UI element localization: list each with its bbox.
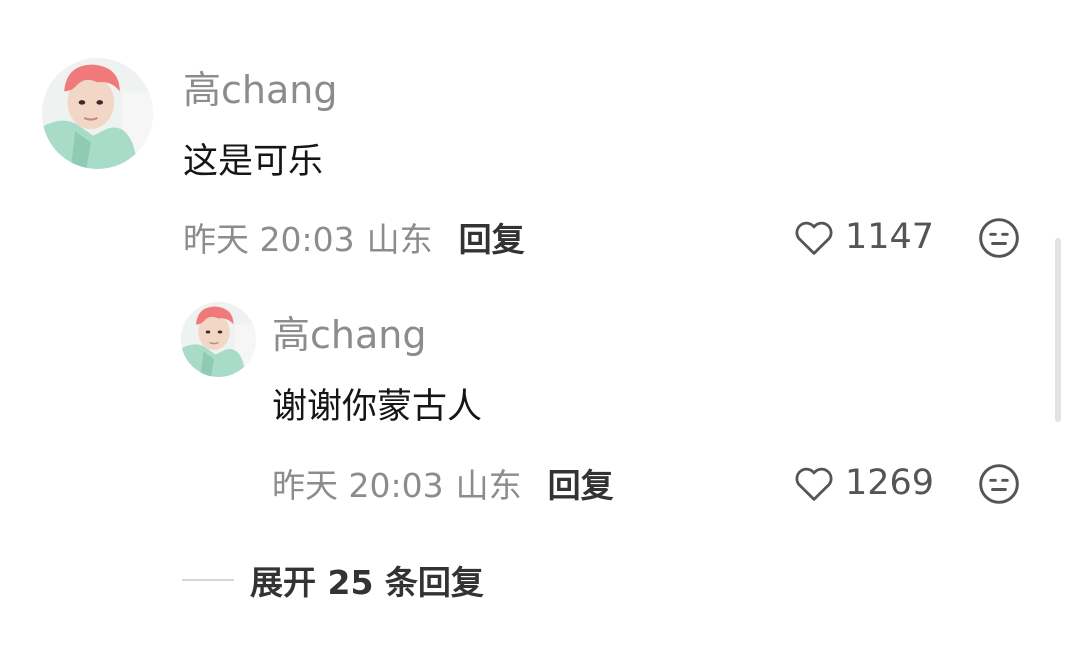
like-count: 1147 (845, 217, 935, 257)
heart-outline-icon (795, 221, 833, 255)
reply-location: 山东 (455, 466, 522, 505)
comment-username[interactable]: 高chang (183, 68, 337, 112)
reply-button[interactable]: 回复 (459, 213, 525, 261)
reply-time: 昨天 20:03 (272, 466, 444, 505)
comment-location: 山东 (366, 220, 433, 259)
comment-thread: 高chang 这是可乐 昨天 20:03 山东 回复 1147 高chang 谢… (0, 0, 1079, 655)
reply-meta: 昨天 20:03 山东 回复 (272, 461, 614, 505)
avatar[interactable] (42, 58, 153, 169)
meh-face-icon (979, 464, 1019, 504)
reply-like-button[interactable]: 1269 (793, 461, 934, 505)
reply-like-count: 1269 (845, 463, 935, 503)
reply-button[interactable]: 回复 (548, 459, 614, 507)
expand-replies-label: 展开 25 条回复 (250, 563, 484, 602)
avatar-image (42, 58, 153, 169)
meh-face-icon (979, 218, 1019, 258)
reply-username[interactable]: 高chang (272, 313, 426, 357)
dislike-button[interactable] (977, 216, 1021, 260)
like-button[interactable]: 1147 (793, 215, 934, 259)
comment-meta: 昨天 20:03 山东 回复 (183, 215, 525, 259)
scrollbar[interactable] (1055, 238, 1061, 422)
reply-dislike-button[interactable] (977, 462, 1021, 506)
avatar-image (181, 302, 256, 377)
reply-avatar[interactable] (181, 302, 256, 377)
comment-time: 昨天 20:03 (183, 220, 355, 259)
comment-text: 这是可乐 (183, 142, 324, 182)
heart-outline-icon (795, 467, 833, 501)
divider (182, 579, 234, 581)
reply-text: 谢谢你蒙古人 (272, 387, 483, 427)
expand-replies-button[interactable]: 展开 25 条回复 (182, 558, 484, 602)
